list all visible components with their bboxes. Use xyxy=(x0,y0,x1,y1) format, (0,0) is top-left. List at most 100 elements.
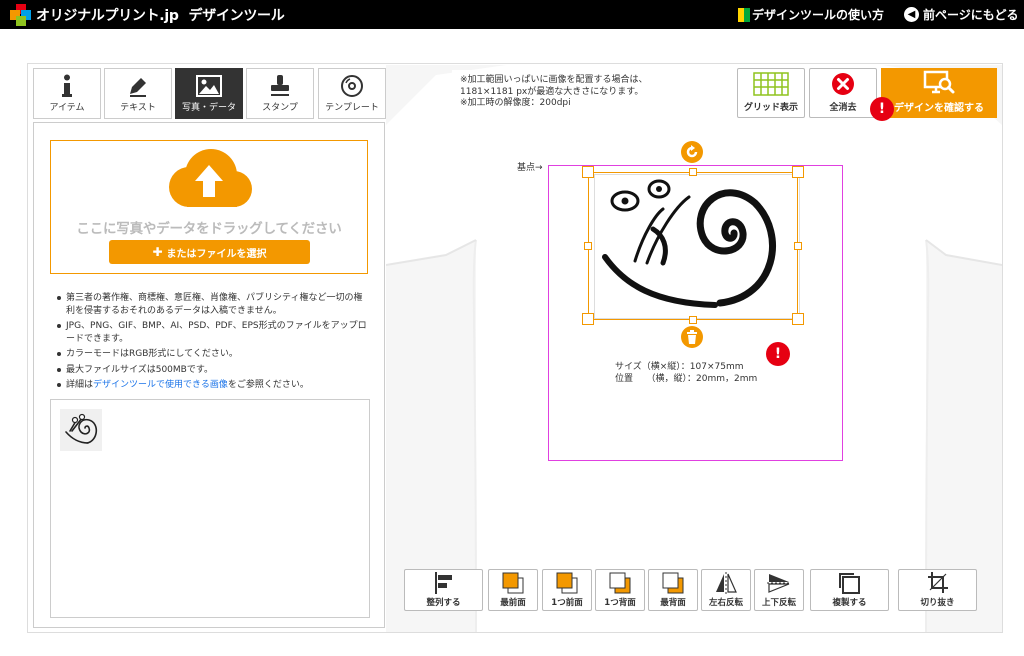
tab-item[interactable]: アイテム xyxy=(33,68,101,119)
bring-forward-button[interactable]: 1つ前面 xyxy=(542,569,592,611)
stamp-icon xyxy=(268,72,292,100)
bring-to-front-icon xyxy=(502,570,524,596)
upload-dropzone[interactable]: ここに写真やデータをドラッグしてください ✚ またはファイルを選択 xyxy=(50,140,368,274)
send-to-back-label: 最背面 xyxy=(660,598,686,608)
note-details-post: をご参照ください。 xyxy=(227,380,309,390)
monitor-search-icon xyxy=(923,70,955,94)
howto-label: デザインツールの使い方 xyxy=(752,8,885,22)
tab-template[interactable]: テンプレート xyxy=(318,68,386,119)
resize-handle-right[interactable] xyxy=(794,242,802,250)
note-max-size: 最大ファイルサイズは500MBです。 xyxy=(57,364,369,377)
site-name: オリジナルプリント.jp xyxy=(36,8,179,24)
tab-label: アイテム xyxy=(49,103,85,113)
clear-all-button[interactable]: 全消去 xyxy=(809,68,877,118)
send-backward-icon xyxy=(609,570,631,596)
align-label: 整列する xyxy=(426,598,461,608)
uploaded-image-thumbnail[interactable] xyxy=(60,409,102,451)
bring-to-front-label: 最前面 xyxy=(500,598,526,608)
selection-frame[interactable] xyxy=(588,172,798,320)
grid-icon xyxy=(753,72,789,96)
resize-handle-bottom-left[interactable] xyxy=(582,313,594,325)
info-icon xyxy=(60,72,74,100)
crop-icon xyxy=(926,570,950,596)
flip-vertical-icon xyxy=(767,570,791,596)
howto-link[interactable]: デザインツールの使い方 xyxy=(738,6,884,23)
send-backward-button[interactable]: 1つ背面 xyxy=(595,569,645,611)
select-file-label: またはファイルを選択 xyxy=(166,248,267,260)
tab-label: 写真・データ xyxy=(181,103,236,113)
duplicate-icon xyxy=(838,570,862,596)
align-button[interactable]: 整列する xyxy=(404,569,483,611)
flip-vertical-button[interactable]: 上下反転 xyxy=(754,569,804,611)
grid-label: グリッド表示 xyxy=(743,103,798,113)
uploaded-images-gallery xyxy=(50,399,370,618)
duplicate-button[interactable]: 複製する xyxy=(810,569,889,611)
send-to-back-button[interactable]: 最背面 xyxy=(648,569,698,611)
note-color-mode: カラーモードはRGB形式にしてください。 xyxy=(57,348,369,361)
send-backward-label: 1つ背面 xyxy=(604,598,636,608)
back-link[interactable]: ◀ 前ページにもどる xyxy=(904,6,1019,23)
confirm-alert-icon: ! xyxy=(870,97,894,121)
cloud-upload-icon xyxy=(169,149,252,207)
header-bar: オリジナルプリント.jp デザインツール デザインツールの使い方 ◀ 前ページに… xyxy=(0,0,1024,29)
image-icon xyxy=(196,72,222,100)
tab-photo-data[interactable]: 写真・データ xyxy=(175,68,243,119)
align-icon xyxy=(433,570,455,596)
logo-cube-icon xyxy=(10,4,32,26)
clear-label: 全消去 xyxy=(829,103,857,113)
resize-handle-top-left[interactable] xyxy=(582,166,594,178)
pen-icon xyxy=(126,72,150,100)
drop-text: ここに写真やデータをドラッグしてください xyxy=(76,221,342,237)
flip-horizontal-button[interactable]: 左右反転 xyxy=(701,569,751,611)
grid-toggle-button[interactable]: グリッド表示 xyxy=(737,68,805,118)
resize-handle-top-right[interactable] xyxy=(792,166,804,178)
resize-handle-top[interactable] xyxy=(689,168,697,176)
flip-vertical-label: 上下反転 xyxy=(761,598,796,608)
bring-forward-label: 1つ前面 xyxy=(551,598,583,608)
tab-stamp[interactable]: スタンプ xyxy=(246,68,314,119)
note-details: 詳細はデザインツールで使用できる画像をご参照ください。 xyxy=(57,379,369,392)
duplicate-label: 複製する xyxy=(832,598,867,608)
confirm-design-button[interactable]: デザインを確認する xyxy=(881,68,997,118)
bring-forward-icon xyxy=(556,570,578,596)
hint-line-2: 1181×1181 pxが最適な大きさになります。 xyxy=(460,86,644,97)
resize-handle-bottom[interactable] xyxy=(689,316,697,324)
site-logo[interactable]: オリジナルプリント.jp デザインツール xyxy=(10,4,285,26)
usable-images-link[interactable]: デザインツールで使用できる画像 xyxy=(93,380,228,390)
tool-name: デザインツール xyxy=(188,8,285,24)
origin-label: 基点→ xyxy=(517,163,543,173)
disc-icon xyxy=(340,72,364,100)
back-arrow-icon: ◀ xyxy=(904,7,919,22)
position-readout: 位置 （横，縦）：20mm，2mm xyxy=(615,373,758,384)
select-file-button[interactable]: ✚ またはファイルを選択 xyxy=(109,240,310,264)
flip-horizontal-label: 左右反転 xyxy=(708,598,743,608)
flip-horizontal-icon xyxy=(714,570,738,596)
note-copyright: 第三者の著作権、商標権、意匠権、肖像権、パブリシティ権など一切の権利を侵害するお… xyxy=(57,292,369,317)
delete-trash-icon[interactable] xyxy=(681,326,703,348)
resize-handle-bottom-right[interactable] xyxy=(792,313,804,325)
tab-text[interactable]: テキスト xyxy=(104,68,172,119)
size-readout: サイズ（横×縦）：107×75mm xyxy=(615,362,744,372)
note-formats: JPG、PNG、GIF、BMP、AI、PSD、PDF、EPS形式のファイルをアッ… xyxy=(57,320,369,345)
hint-line-1: ※加工範囲いっぱいに画像を配置する場合は、 xyxy=(460,75,648,85)
rotate-handle-icon[interactable] xyxy=(681,141,703,163)
size-position-info: サイズ（横×縦）：107×75mm 位置 （横，縦）：20mm，2mm xyxy=(607,356,777,394)
clear-x-icon xyxy=(832,73,854,95)
back-label: 前ページにもどる xyxy=(923,8,1019,22)
note-details-pre: 詳細は xyxy=(66,380,94,390)
plus-icon: ✚ xyxy=(152,245,163,259)
crop-label: 切り抜き xyxy=(920,598,955,608)
confirm-label: デザインを確認する xyxy=(894,103,984,114)
tab-label: テンプレート xyxy=(325,103,379,113)
resize-handle-left[interactable] xyxy=(584,242,592,250)
tab-label: スタンプ xyxy=(262,103,298,113)
tab-label: テキスト xyxy=(120,103,156,113)
beginner-mark-icon xyxy=(738,7,750,22)
upload-notes: 第三者の著作権、商標権、意匠権、肖像権、パブリシティ権など一切の権利を侵害するお… xyxy=(57,292,369,395)
size-alert-icon: ! xyxy=(766,342,790,366)
crop-button[interactable]: 切り抜き xyxy=(898,569,977,611)
bring-to-front-button[interactable]: 最前面 xyxy=(488,569,538,611)
send-to-back-icon xyxy=(662,570,684,596)
print-hint: ※加工範囲いっぱいに画像を配置する場合は、 1181×1181 pxが最適な大き… xyxy=(452,70,687,117)
hint-line-3: ※加工時の解像度：200dpi xyxy=(460,98,571,108)
